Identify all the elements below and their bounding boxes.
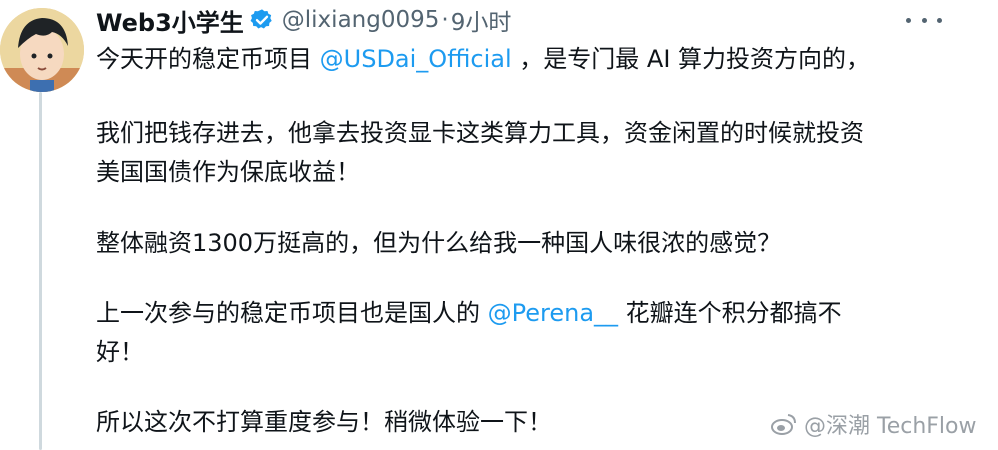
more-options-icon[interactable] [906, 8, 942, 32]
tweet-text: 花瓣连个积分都搞不 [618, 299, 842, 327]
tweet-text: 今天开的稳定币项目 [96, 45, 320, 73]
mention-link-perena[interactable]: @Perena__ [488, 299, 618, 327]
watermark: @深潮 TechFlow [770, 408, 977, 440]
watermark-text: @深潮 TechFlow [804, 414, 977, 439]
tweet-header: Web3小学生 @lixiang0095 · 9小时 [96, 2, 511, 38]
thread-connector-line [39, 92, 42, 450]
avatar[interactable] [0, 8, 84, 92]
verified-badge-icon [250, 8, 274, 32]
tweet-line-2: 我们把钱存进去，他拿去投资显卡这类算力工具，资金闲置的时候就投资 [96, 119, 864, 147]
tweet-line-4: 整体融资1300万挺高的，但为什么给我一种国人味很浓的感觉？ [96, 229, 782, 257]
tweet-text: ，是专门最 AI 算力投资方向的， [511, 45, 871, 73]
weibo-logo-icon [771, 414, 796, 435]
tweet-line-6: 好！ [96, 338, 144, 366]
more-dot [921, 17, 927, 23]
tweet-line-3: 美国国债作为保底收益！ [96, 158, 360, 186]
more-dot [906, 17, 911, 23]
author-handle[interactable]: @lixiang0095 [282, 7, 440, 33]
display-name[interactable]: Web3小学生 [96, 3, 244, 38]
more-dot [937, 17, 942, 23]
tweet-text: 上一次参与的稳定币项目也是国人的 [96, 299, 488, 327]
post-time[interactable]: 9小时 [451, 3, 512, 37]
tweet-line-1: 今天开的稳定币项目 @USDai_Official ，是专门最 AI 算力投资方… [96, 42, 870, 76]
mention-link-usdai[interactable]: @USDai_Official [320, 45, 512, 73]
tweet-line-5: 上一次参与的稳定币项目也是国人的 @Perena__ 花瓣连个积分都搞不 [96, 296, 842, 330]
header-separator: · [441, 7, 449, 33]
tweet-line-7: 所以这次不打算重度参与！稍微体验一下！ [96, 408, 552, 436]
